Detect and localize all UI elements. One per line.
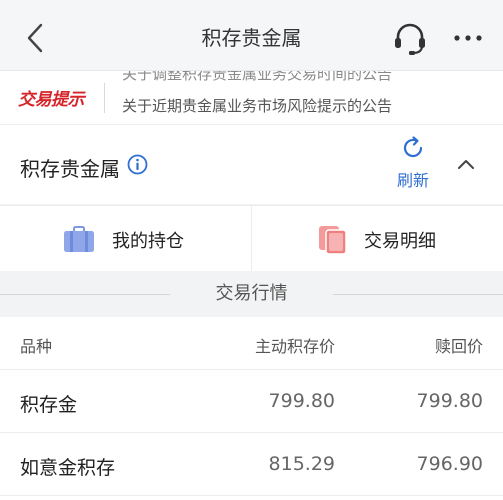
back-button[interactable] [22,22,48,54]
row-buy-price: 815.29 [268,453,335,475]
refresh-icon [403,136,423,158]
account-title: 积存贵金属 [20,157,120,181]
briefcase-icon [64,226,94,252]
refresh-button[interactable]: 刷新 [388,133,438,197]
row-redeem-price: 799.80 [416,390,483,412]
table-header: 品种 主动积存价 赎回价 [0,317,503,370]
notice-text-previous: 关于调整积存贵金属业务交易时间的公告 [122,70,393,83]
row-redeem-price: 796.90 [416,453,483,475]
navbar: 积存贵金属 [0,0,503,76]
header-buy-price: 主动积存价 [254,337,335,356]
info-button[interactable] [127,154,148,175]
header-variety: 品种 [20,337,53,356]
table-row[interactable]: 如意金积存 815.29 796.90 [0,433,503,496]
market-table: 品种 主动积存价 赎回价 积存金 799.80 799.80 如意金积存 815… [0,317,503,500]
collapse-button[interactable] [452,153,480,175]
headset-icon [395,23,425,55]
notice-banner[interactable]: 交易提示 关于调整积存贵金属业务交易时间的公告 关于近期贵金属业务市场风险提示的… [0,70,503,124]
transaction-details-button[interactable]: 交易明细 [252,206,503,272]
transaction-details-label: 交易明细 [364,231,436,252]
section-divider-right [333,294,503,295]
my-holdings-label: 我的持仓 [112,231,184,252]
more-button[interactable] [452,24,484,52]
my-holdings-button[interactable]: 我的持仓 [0,206,251,272]
header-redeem-price: 赎回价 [434,337,483,356]
more-dots-icon [454,35,482,41]
customer-service-button[interactable] [392,20,428,56]
notice-text[interactable]: 关于近期贵金属业务市场风险提示的公告 [122,95,392,116]
table-row[interactable]: 积存金 799.80 799.80 [0,370,503,433]
account-card: 积存贵金属 刷新 [0,124,503,204]
chevron-up-icon [458,160,474,169]
refresh-label: 刷新 [396,171,429,190]
info-circle-icon [127,154,148,175]
notice-logo: 交易提示 [18,90,85,110]
row-variety: 积存金 [20,394,78,416]
row-buy-price: 799.80 [268,390,335,412]
notice-divider [104,83,105,113]
row-variety: 如意金积存 [20,457,116,479]
action-bar: 我的持仓 交易明细 [0,205,503,272]
documents-icon [319,226,347,255]
market-section-header: 交易行情 [0,271,503,317]
chevron-left-icon [27,23,43,53]
